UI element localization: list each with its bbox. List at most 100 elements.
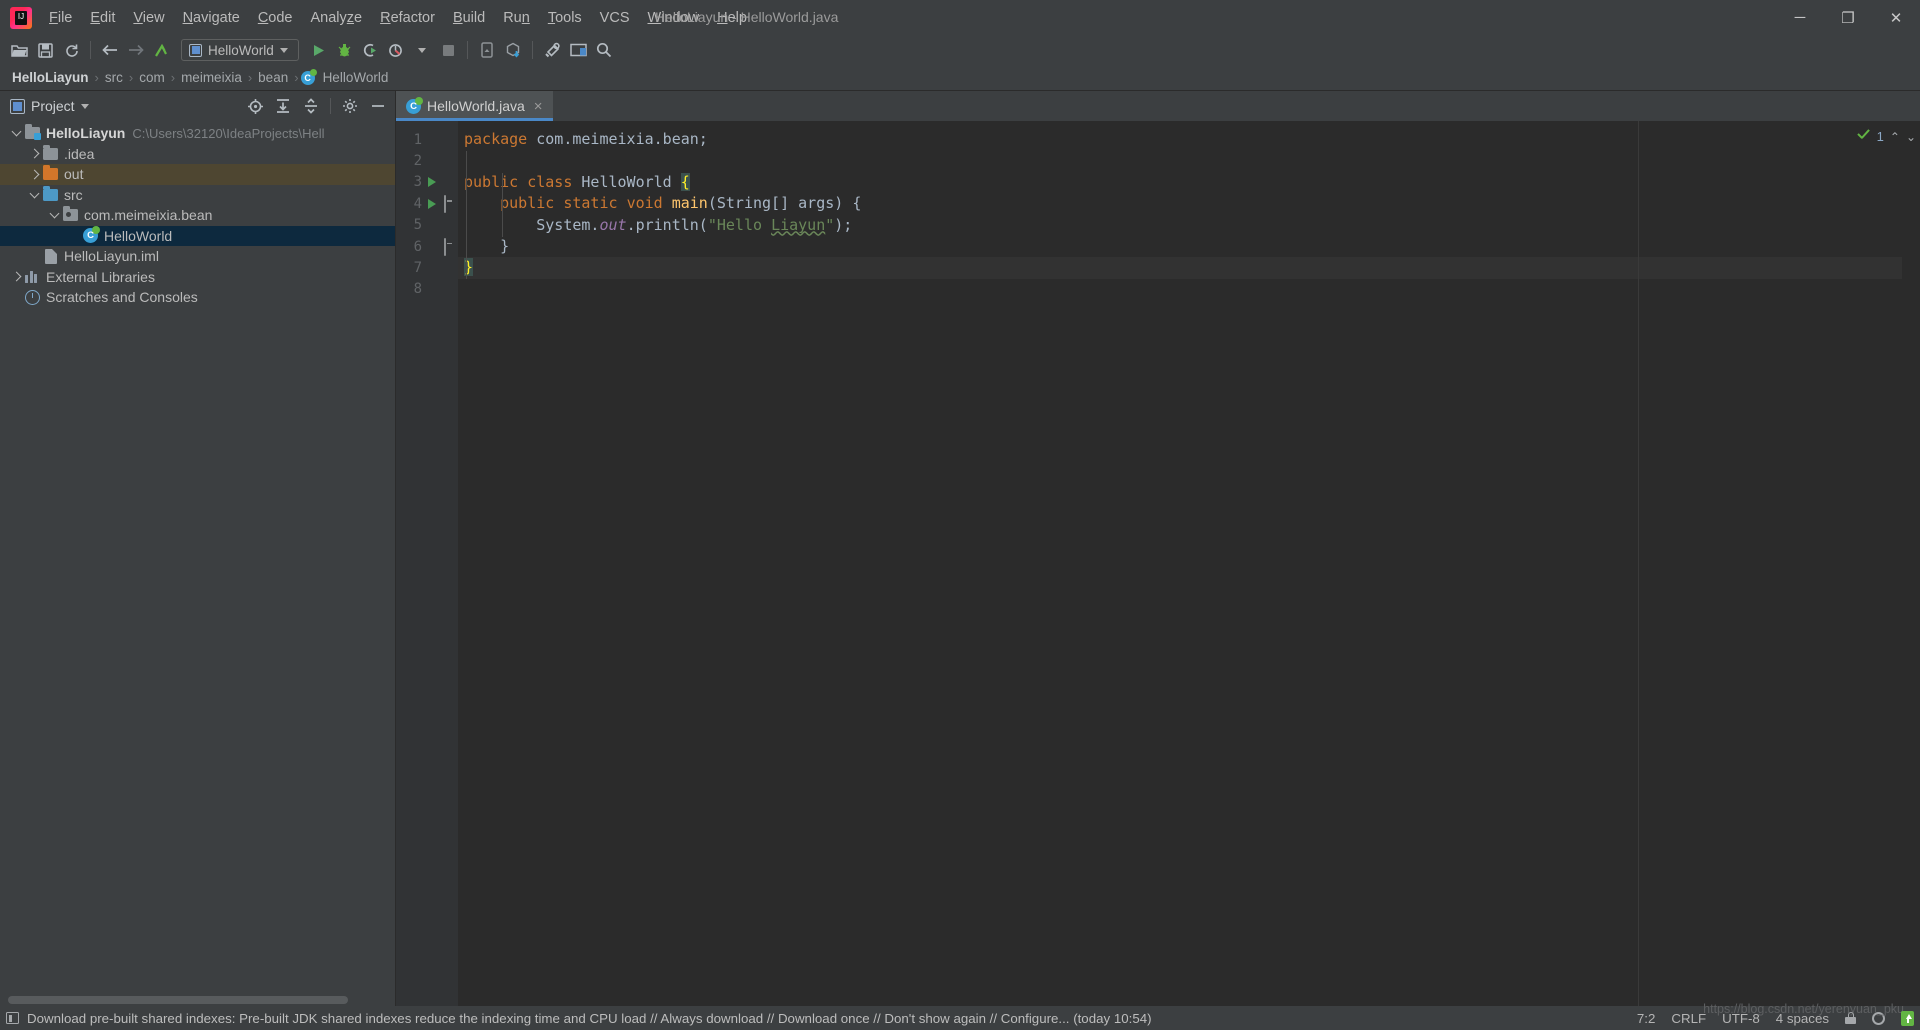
- profile-dropdown-icon[interactable]: [409, 37, 435, 63]
- build-project-icon[interactable]: [149, 37, 175, 63]
- device-manager-icon[interactable]: [474, 37, 500, 63]
- system-reference: System.: [536, 215, 600, 234]
- status-message[interactable]: Download pre-built shared indexes: Pre-b…: [27, 1011, 1152, 1026]
- close-icon[interactable]: ×: [534, 98, 543, 115]
- tree-item-helloworld-class[interactable]: HelloWorld: [0, 225, 395, 246]
- menu-tools[interactable]: Tools: [539, 6, 591, 30]
- hide-panel-icon[interactable]: [365, 93, 391, 119]
- layout-icon[interactable]: [565, 37, 591, 63]
- java-class-icon: [300, 68, 317, 85]
- menu-edit[interactable]: Edit: [81, 6, 124, 30]
- collapse-all-icon[interactable]: [298, 93, 324, 119]
- menu-vcs[interactable]: VCS: [591, 6, 639, 30]
- run-with-coverage-button[interactable]: [357, 37, 383, 63]
- indent-setting[interactable]: 4 spaces: [1776, 1011, 1829, 1026]
- breadcrumb-item-src[interactable]: src: [101, 70, 127, 85]
- menu-code[interactable]: Code: [249, 6, 302, 30]
- line-separator[interactable]: CRLF: [1671, 1011, 1706, 1026]
- update-available-icon[interactable]: [1901, 1010, 1914, 1026]
- menu-file[interactable]: File: [40, 6, 81, 30]
- project-tree: HelloLiayun C:\Users\32120\IdeaProjects\…: [0, 121, 395, 994]
- navigate-back-icon[interactable]: [97, 37, 123, 63]
- update-project-icon[interactable]: [500, 37, 526, 63]
- close-button[interactable]: ✕: [1872, 0, 1920, 35]
- fold-open-icon[interactable]: [444, 194, 446, 213]
- tree-item-helloliayun[interactable]: HelloLiayun C:\Users\32120\IdeaProjects\…: [0, 123, 395, 144]
- lock-icon[interactable]: [1845, 1012, 1856, 1024]
- debug-button[interactable]: [331, 37, 357, 63]
- minimize-button[interactable]: ─: [1776, 0, 1824, 35]
- twisty-right-icon[interactable]: [26, 169, 42, 180]
- menu-build[interactable]: Build: [444, 6, 494, 30]
- menu-refactor[interactable]: Refactor: [371, 6, 444, 30]
- editor-scroll-gutter[interactable]: 1 ⌃ ⌄: [1877, 121, 1920, 1006]
- save-all-icon[interactable]: [32, 37, 58, 63]
- code-line-7: }: [458, 257, 1902, 279]
- tab-helloworld-java[interactable]: HelloWorld.java ×: [396, 91, 553, 121]
- tree-item-idea[interactable]: .idea: [0, 144, 395, 165]
- twisty-down-icon[interactable]: [46, 208, 62, 219]
- code-editor[interactable]: 1 2 3 4 5 6 7 8 package com.meimeixia.be…: [396, 121, 1920, 1006]
- project-panel-horizontal-scrollbar[interactable]: [0, 994, 395, 1006]
- breadcrumb-item-project[interactable]: HelloLiayun: [8, 70, 93, 85]
- menu-view[interactable]: View: [124, 6, 173, 30]
- menu-run[interactable]: Run: [494, 6, 539, 30]
- keyword-public: public: [464, 172, 519, 191]
- tree-label: .idea: [64, 145, 95, 162]
- twisty-down-icon[interactable]: [26, 188, 42, 199]
- locate-in-tree-icon[interactable]: [242, 93, 268, 119]
- string-literal-start: "Hello: [707, 215, 772, 234]
- gear-icon[interactable]: [1872, 1011, 1885, 1025]
- tree-item-iml-file[interactable]: HelloLiayun.iml: [0, 246, 395, 267]
- project-view-chevron-down-icon[interactable]: [80, 103, 89, 109]
- breadcrumb-item-bean[interactable]: bean: [254, 70, 292, 85]
- inspection-widget[interactable]: 1 ⌃ ⌄: [1856, 129, 1916, 144]
- chevron-down-icon: [279, 47, 288, 53]
- run-class-gutter-icon[interactable]: [422, 177, 442, 188]
- breadcrumb: HelloLiayun › src › com › meimeixia › be…: [0, 65, 1920, 91]
- open-project-icon[interactable]: [6, 37, 32, 63]
- next-problem-icon[interactable]: ⌄: [1906, 130, 1916, 144]
- tree-item-external-libraries[interactable]: External Libraries: [0, 267, 395, 288]
- run-method-gutter-icon[interactable]: [422, 198, 442, 209]
- tree-item-package[interactable]: com.meimeixia.bean: [0, 205, 395, 226]
- editor-gutter[interactable]: 1 2 3 4 5 6 7 8: [396, 121, 458, 1006]
- method-name-main: main: [671, 194, 708, 213]
- tree-item-scratches[interactable]: Scratches and Consoles: [0, 287, 395, 308]
- twisty-right-icon[interactable]: [8, 271, 24, 282]
- line-number: 8: [413, 281, 422, 298]
- event-log-icon[interactable]: [6, 1012, 19, 1024]
- menu-analyze[interactable]: Analyze: [302, 6, 372, 30]
- navigate-forward-icon[interactable]: [123, 37, 149, 63]
- menu-navigate[interactable]: Navigate: [174, 6, 249, 30]
- matched-brace: {: [680, 172, 690, 191]
- maximize-button[interactable]: ❐: [1824, 0, 1872, 35]
- twisty-down-icon[interactable]: [8, 126, 24, 137]
- breadcrumb-item-meimeixia[interactable]: meimeixia: [177, 70, 246, 85]
- fold-close-icon[interactable]: [444, 237, 446, 256]
- search-everywhere-icon[interactable]: [591, 37, 617, 63]
- stop-button[interactable]: [435, 37, 461, 63]
- settings-icon[interactable]: [539, 37, 565, 63]
- caret-position[interactable]: 7:2: [1637, 1011, 1656, 1026]
- previous-problem-icon[interactable]: ⌃: [1890, 130, 1900, 144]
- code-text-area[interactable]: package com.meimeixia.bean; public class…: [458, 121, 1902, 1006]
- synchronize-icon[interactable]: [58, 37, 84, 63]
- run-configuration-selector[interactable]: HelloWorld: [181, 39, 299, 61]
- breadcrumb-item-helloworld[interactable]: HelloWorld: [319, 70, 393, 85]
- expand-all-icon[interactable]: [270, 93, 296, 119]
- profile-button[interactable]: [383, 37, 409, 63]
- line-number: 5: [413, 217, 422, 234]
- project-folder-icon: [24, 124, 41, 141]
- file-encoding[interactable]: UTF-8: [1722, 1011, 1760, 1026]
- twisty-right-icon[interactable]: [26, 148, 42, 159]
- status-bar: https://blog.csdn.net/yerenyuan_pku Down…: [0, 1002, 1920, 1030]
- breadcrumb-item-com[interactable]: com: [135, 70, 169, 85]
- scrollbar-thumb[interactable]: [8, 996, 348, 1004]
- line-number: 6: [413, 238, 422, 255]
- tree-item-src[interactable]: src: [0, 185, 395, 206]
- tree-item-out[interactable]: out: [0, 164, 395, 185]
- run-button[interactable]: [305, 37, 331, 63]
- gear-icon[interactable]: [337, 93, 363, 119]
- java-class-icon: [406, 96, 423, 114]
